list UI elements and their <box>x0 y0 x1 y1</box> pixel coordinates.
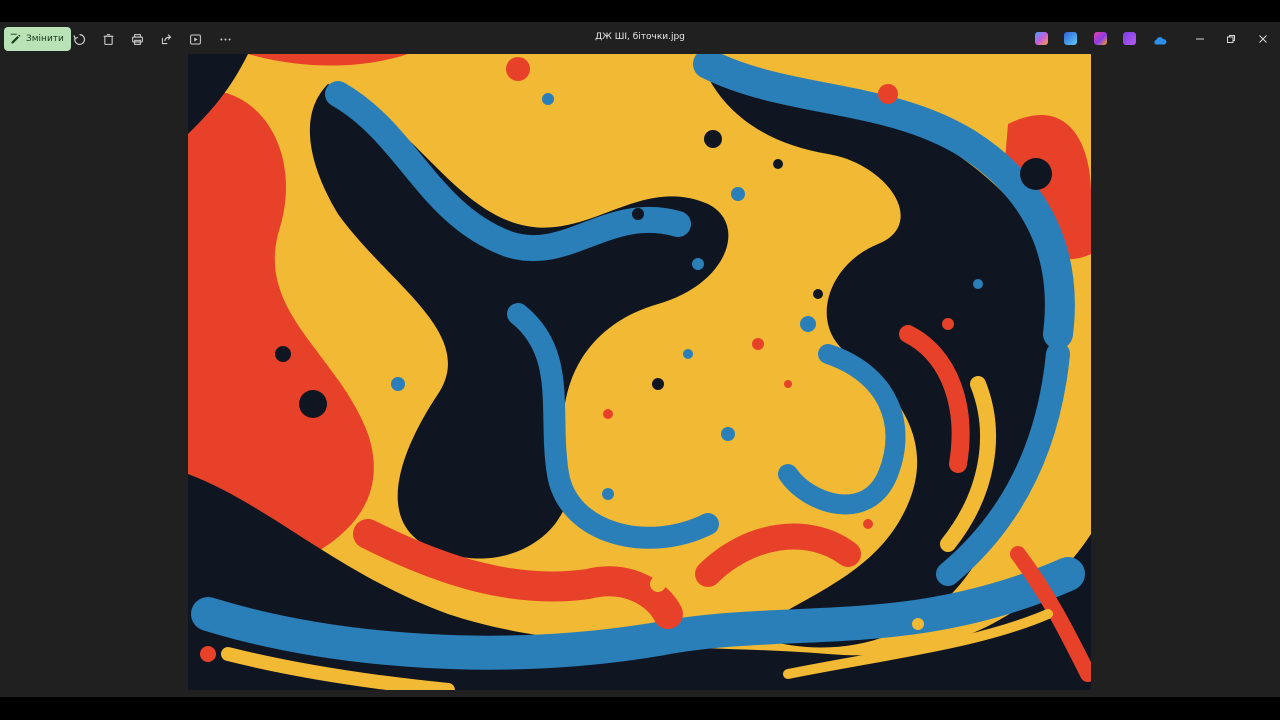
screen-top-border <box>0 0 1280 22</box>
share-icon <box>161 33 171 44</box>
photos-app-window: Змінити ДЖ ШІ, біточки.jpg <box>0 22 1280 697</box>
print-icon <box>131 33 143 45</box>
close-icon <box>1259 35 1267 43</box>
share-button[interactable] <box>158 31 174 47</box>
more-icon <box>219 38 231 40</box>
restore-icon <box>1227 35 1235 43</box>
clipchamp-icon[interactable] <box>1123 32 1136 45</box>
edit-button-label: Змінити <box>26 34 64 44</box>
more-button[interactable] <box>217 31 233 47</box>
rotate-icon <box>72 33 85 45</box>
restore-button[interactable] <box>1222 30 1240 48</box>
design-icon[interactable] <box>1094 32 1107 45</box>
minimize-button[interactable] <box>1191 30 1209 48</box>
edit-icon <box>10 33 21 44</box>
title-bar: Змінити ДЖ ШІ, біточки.jpg <box>0 22 1280 56</box>
edit-button[interactable]: Змінити <box>4 27 71 51</box>
onedrive-icon[interactable] <box>1153 32 1167 45</box>
minimize-icon <box>1196 38 1204 40</box>
close-button[interactable] <box>1254 30 1272 48</box>
screen-bottom-border <box>0 697 1280 720</box>
delete-icon <box>103 33 113 45</box>
slideshow-icon <box>189 34 201 44</box>
copilot-icon[interactable] <box>1035 32 1048 45</box>
photo-canvas[interactable] <box>188 54 1091 690</box>
print-button[interactable] <box>129 31 145 47</box>
rotate-button[interactable] <box>71 31 87 47</box>
slideshow-button[interactable] <box>187 31 203 47</box>
abstract-swirl-artwork <box>188 54 1091 690</box>
delete-button[interactable] <box>100 31 116 47</box>
photo-editor-icon[interactable] <box>1064 32 1077 45</box>
